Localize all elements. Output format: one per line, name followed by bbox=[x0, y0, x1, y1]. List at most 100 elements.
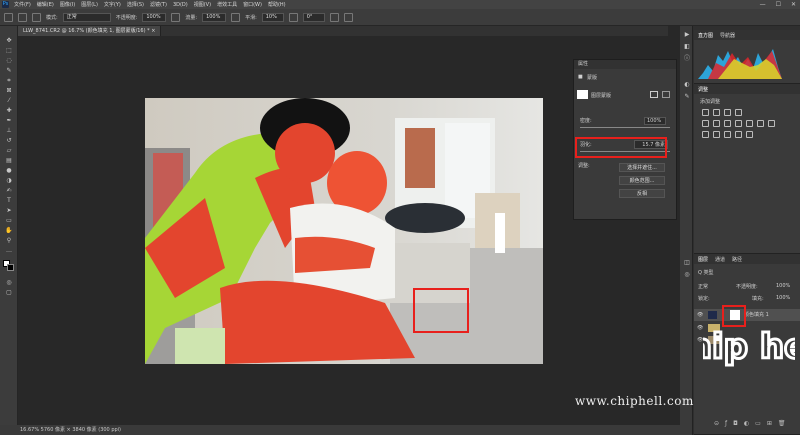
dodge-tool-icon[interactable]: ◑ bbox=[5, 178, 13, 184]
tab-histogram[interactable]: 直方图 bbox=[698, 32, 713, 39]
menu-image[interactable]: 图像(I) bbox=[60, 1, 75, 8]
new-fill-icon[interactable]: ◐ bbox=[744, 420, 755, 427]
path-select-tool-icon[interactable]: ➤ bbox=[5, 208, 13, 214]
layer-kind-filter[interactable]: Q 类型 bbox=[698, 269, 714, 276]
document-tab[interactable]: LLW_8741.CR2 @ 16.7% (颜色填充 1, 图层蒙版/16) *… bbox=[18, 26, 162, 36]
tab-channels[interactable]: 通道 bbox=[715, 256, 725, 263]
menu-edit[interactable]: 编辑(E) bbox=[37, 1, 54, 8]
select-and-mask-button[interactable]: 选择并遮住... bbox=[619, 163, 665, 172]
flow-input[interactable]: 100% bbox=[202, 12, 227, 22]
pressure-opacity-icon[interactable] bbox=[171, 12, 181, 22]
screen-mode-icon[interactable]: ▢ bbox=[5, 290, 13, 296]
history-brush-tool-icon[interactable]: ↺ bbox=[5, 138, 13, 144]
density-input[interactable]: 100% bbox=[644, 117, 666, 125]
color-lookup-icon[interactable] bbox=[768, 120, 775, 127]
vibrance-icon[interactable] bbox=[702, 120, 709, 127]
maximize-button[interactable]: ☐ bbox=[776, 1, 781, 8]
play-icon[interactable]: ▶ bbox=[683, 32, 691, 38]
new-layer-icon[interactable]: ⊞ bbox=[767, 420, 778, 427]
menu-view[interactable]: 视图(V) bbox=[194, 1, 211, 8]
menu-file[interactable]: 文件(F) bbox=[14, 1, 31, 8]
add-mask-icon[interactable]: ◘ bbox=[733, 420, 744, 427]
fill-value[interactable]: 100% bbox=[776, 295, 790, 301]
document-image[interactable] bbox=[145, 98, 543, 364]
type-tool-icon[interactable]: T bbox=[5, 198, 13, 204]
exposure-icon[interactable] bbox=[735, 109, 742, 116]
hand-tool-icon[interactable]: ✋ bbox=[5, 228, 13, 234]
eyedropper-tool-icon[interactable]: ⁄ bbox=[5, 98, 13, 104]
close-button[interactable]: ✕ bbox=[791, 1, 796, 8]
mask-thumbnail[interactable] bbox=[577, 90, 588, 99]
background-color-swatch[interactable] bbox=[7, 264, 14, 271]
properties-icon[interactable]: ◧ bbox=[683, 44, 691, 50]
threshold-icon[interactable] bbox=[724, 131, 731, 138]
new-group-icon[interactable]: ▭ bbox=[755, 420, 767, 427]
more-tools-icon[interactable]: … bbox=[5, 248, 13, 254]
layers-icon[interactable]: ◫ bbox=[683, 260, 691, 266]
vector-mask-icon[interactable] bbox=[662, 91, 670, 98]
hue-saturation-icon[interactable] bbox=[713, 120, 720, 127]
brush-tool-icon[interactable]: ✒ bbox=[5, 118, 13, 124]
link-icon[interactable]: ⊝ bbox=[714, 420, 725, 427]
lasso-tool-icon[interactable]: ◌ bbox=[5, 58, 13, 64]
brush-panel-icon[interactable]: ✎ bbox=[683, 94, 691, 100]
stamp-tool-icon[interactable]: ⊥ bbox=[5, 128, 13, 134]
menu-3d[interactable]: 3D(D) bbox=[173, 2, 188, 8]
menu-window[interactable]: 窗口(W) bbox=[243, 1, 262, 8]
color-balance-icon[interactable] bbox=[724, 120, 731, 127]
gradient-tool-icon[interactable]: ▤ bbox=[5, 158, 13, 164]
brush-preset-icon[interactable] bbox=[18, 12, 27, 22]
posterize-icon[interactable] bbox=[713, 131, 720, 138]
density-slider[interactable] bbox=[580, 127, 670, 128]
tab-paths[interactable]: 路径 bbox=[732, 256, 742, 263]
pressure-size-icon[interactable] bbox=[329, 12, 339, 22]
brightness-contrast-icon[interactable] bbox=[702, 109, 709, 116]
move-tool-icon[interactable]: ✥ bbox=[5, 38, 13, 44]
airbrush-icon[interactable] bbox=[231, 12, 241, 22]
channel-mixer-icon[interactable] bbox=[757, 120, 764, 127]
invert-button[interactable]: 反相 bbox=[619, 189, 665, 198]
photoshop-logo-icon[interactable]: Ps bbox=[2, 1, 9, 8]
trash-icon[interactable]: 🗑 bbox=[778, 420, 792, 427]
shape-tool-icon[interactable]: ▭ bbox=[5, 218, 13, 224]
layer-opacity-value[interactable]: 100% bbox=[776, 283, 790, 289]
blur-tool-icon[interactable]: ● bbox=[5, 168, 13, 174]
zoom-tool-icon[interactable]: ⚲ bbox=[5, 238, 13, 244]
menu-help[interactable]: 帮助(H) bbox=[268, 1, 286, 8]
invert-icon[interactable] bbox=[702, 131, 709, 138]
info-icon[interactable]: ⓘ bbox=[683, 56, 691, 62]
smooth-input[interactable]: 10% bbox=[261, 12, 284, 22]
color-range-button[interactable]: 颜色范围... bbox=[619, 176, 665, 185]
healing-tool-icon[interactable]: ✚ bbox=[5, 108, 13, 114]
crop-tool-icon[interactable]: ⌗ bbox=[5, 78, 13, 84]
black-white-icon[interactable] bbox=[735, 120, 742, 127]
eraser-tool-icon[interactable]: ▱ bbox=[5, 148, 13, 154]
smoothing-gear-icon[interactable] bbox=[288, 12, 298, 22]
minimize-button[interactable]: — bbox=[760, 1, 766, 8]
photo-filter-icon[interactable] bbox=[746, 120, 753, 127]
frame-tool-icon[interactable]: ⊠ bbox=[5, 88, 13, 94]
pen-tool-icon[interactable]: ✍ bbox=[5, 188, 13, 194]
quick-select-tool-icon[interactable]: ✎ bbox=[5, 68, 13, 74]
opacity-input[interactable]: 100% bbox=[142, 12, 167, 22]
mode-select[interactable]: 正常 bbox=[62, 12, 111, 22]
fx-icon[interactable]: ƒ bbox=[725, 420, 733, 427]
symmetry-icon[interactable] bbox=[343, 12, 353, 22]
gradient-map-icon[interactable] bbox=[735, 131, 742, 138]
selective-color-icon[interactable] bbox=[746, 131, 753, 138]
brush-settings-icon[interactable] bbox=[32, 12, 41, 22]
layer-blend-mode[interactable]: 正常 bbox=[698, 283, 708, 290]
curves-icon[interactable] bbox=[724, 109, 731, 116]
marquee-tool-icon[interactable]: ⬚ bbox=[5, 48, 13, 54]
tab-navigator[interactable]: 导航器 bbox=[720, 32, 735, 39]
angle-input[interactable]: 0° bbox=[302, 12, 325, 22]
menu-plugins[interactable]: 增效工具 bbox=[217, 1, 237, 8]
menu-layer[interactable]: 图层(L) bbox=[81, 1, 98, 8]
menu-filter[interactable]: 滤镜(T) bbox=[150, 1, 167, 8]
channels-icon[interactable]: ◎ bbox=[683, 272, 691, 278]
levels-icon[interactable] bbox=[713, 109, 720, 116]
adjustments-icon[interactable]: ◐ bbox=[683, 82, 691, 88]
quick-mask-icon[interactable]: ◎ bbox=[5, 280, 13, 286]
menu-select[interactable]: 选择(S) bbox=[127, 1, 144, 8]
pixel-mask-icon[interactable] bbox=[650, 91, 658, 98]
